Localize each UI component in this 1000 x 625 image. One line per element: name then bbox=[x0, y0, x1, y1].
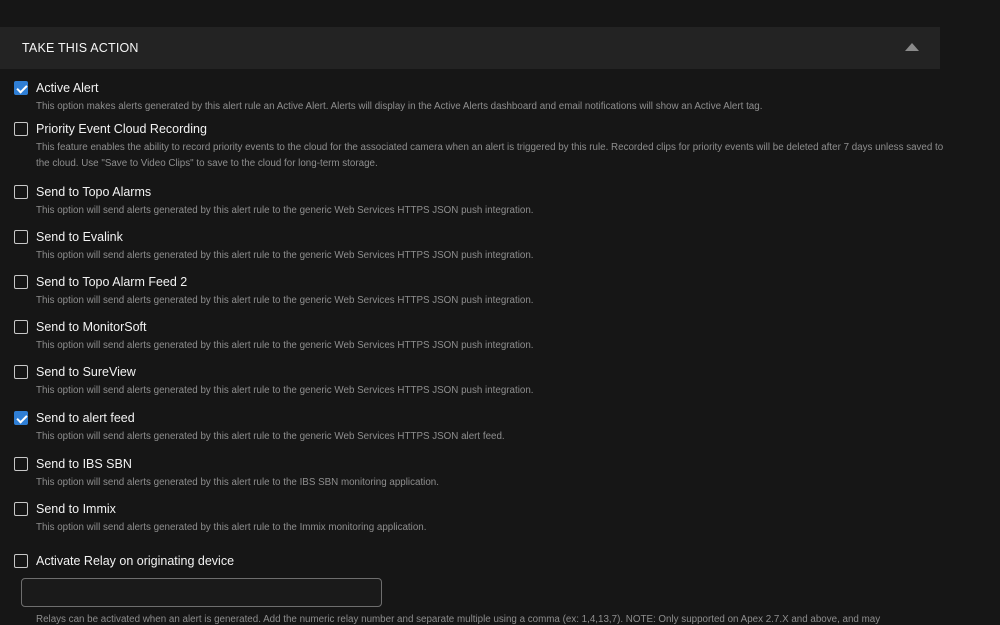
send-to-sureview-checkbox[interactable] bbox=[14, 365, 28, 379]
option-description: This option will send alerts generated b… bbox=[36, 295, 534, 306]
send-to-monitorsoft-checkbox[interactable] bbox=[14, 320, 28, 334]
option-description: This option will send alerts generated b… bbox=[36, 340, 534, 351]
option-label: Send to SureView bbox=[36, 365, 136, 379]
option-send-to-alert-feed: Send to alert feed This option will send… bbox=[14, 410, 944, 445]
send-to-immix-checkbox[interactable] bbox=[14, 502, 28, 516]
option-label: Send to Immix bbox=[36, 502, 116, 516]
option-description: This option will send alerts generated b… bbox=[36, 250, 534, 261]
send-to-topo-alarm-feed-2-checkbox[interactable] bbox=[14, 275, 28, 289]
relay-numbers-input[interactable] bbox=[21, 578, 382, 607]
option-label: Send to Evalink bbox=[36, 230, 123, 244]
option-label: Send to alert feed bbox=[36, 411, 135, 425]
section-title: TAKE THIS ACTION bbox=[22, 41, 139, 55]
active-alert-checkbox[interactable] bbox=[14, 81, 28, 95]
option-description: This feature enables the ability to reco… bbox=[36, 142, 944, 169]
option-label: Priority Event Cloud Recording bbox=[36, 122, 207, 136]
option-send-to-sureview: Send to SureView This option will send a… bbox=[14, 364, 944, 399]
option-description: This option will send alerts generated b… bbox=[36, 431, 505, 442]
send-to-alert-feed-checkbox[interactable] bbox=[14, 411, 28, 425]
option-send-to-ibs-sbn: Send to IBS SBN This option will send al… bbox=[14, 456, 944, 491]
option-active-alert: Active Alert This option makes alerts ge… bbox=[14, 80, 944, 115]
take-action-panel: TAKE THIS ACTION Active Alert This optio… bbox=[0, 0, 1000, 625]
chevron-up-icon[interactable] bbox=[905, 43, 919, 51]
send-to-topo-alarms-checkbox[interactable] bbox=[14, 185, 28, 199]
option-send-to-monitorsoft: Send to MonitorSoft This option will sen… bbox=[14, 319, 944, 354]
option-send-to-topo-alarm-feed-2: Send to Topo Alarm Feed 2 This option wi… bbox=[14, 274, 944, 309]
option-activate-relay: Activate Relay on originating device bbox=[14, 553, 944, 569]
send-to-ibs-sbn-checkbox[interactable] bbox=[14, 457, 28, 471]
option-description: This option will send alerts generated b… bbox=[36, 477, 439, 488]
option-send-to-evalink: Send to Evalink This option will send al… bbox=[14, 229, 944, 264]
send-to-evalink-checkbox[interactable] bbox=[14, 230, 28, 244]
option-priority-event-cloud-recording: Priority Event Cloud Recording This feat… bbox=[14, 121, 944, 172]
option-send-to-topo-alarms: Send to Topo Alarms This option will sen… bbox=[14, 184, 944, 219]
option-label: Send to Topo Alarms bbox=[36, 185, 152, 199]
relay-help-text: Relays can be activated when an alert is… bbox=[36, 614, 881, 625]
priority-event-cloud-recording-checkbox[interactable] bbox=[14, 122, 28, 136]
option-description: This option will send alerts generated b… bbox=[36, 385, 534, 396]
option-label: Activate Relay on originating device bbox=[36, 554, 235, 568]
activate-relay-checkbox[interactable] bbox=[14, 554, 28, 568]
option-send-to-immix: Send to Immix This option will send aler… bbox=[14, 501, 944, 536]
option-description: This option makes alerts generated by th… bbox=[36, 101, 763, 112]
option-label: Send to MonitorSoft bbox=[36, 320, 147, 334]
option-label: Send to IBS SBN bbox=[36, 457, 132, 471]
option-description: This option will send alerts generated b… bbox=[36, 205, 534, 216]
option-description: This option will send alerts generated b… bbox=[36, 522, 427, 533]
option-label: Active Alert bbox=[36, 81, 99, 95]
section-header[interactable]: TAKE THIS ACTION bbox=[0, 27, 940, 69]
option-label: Send to Topo Alarm Feed 2 bbox=[36, 275, 188, 289]
